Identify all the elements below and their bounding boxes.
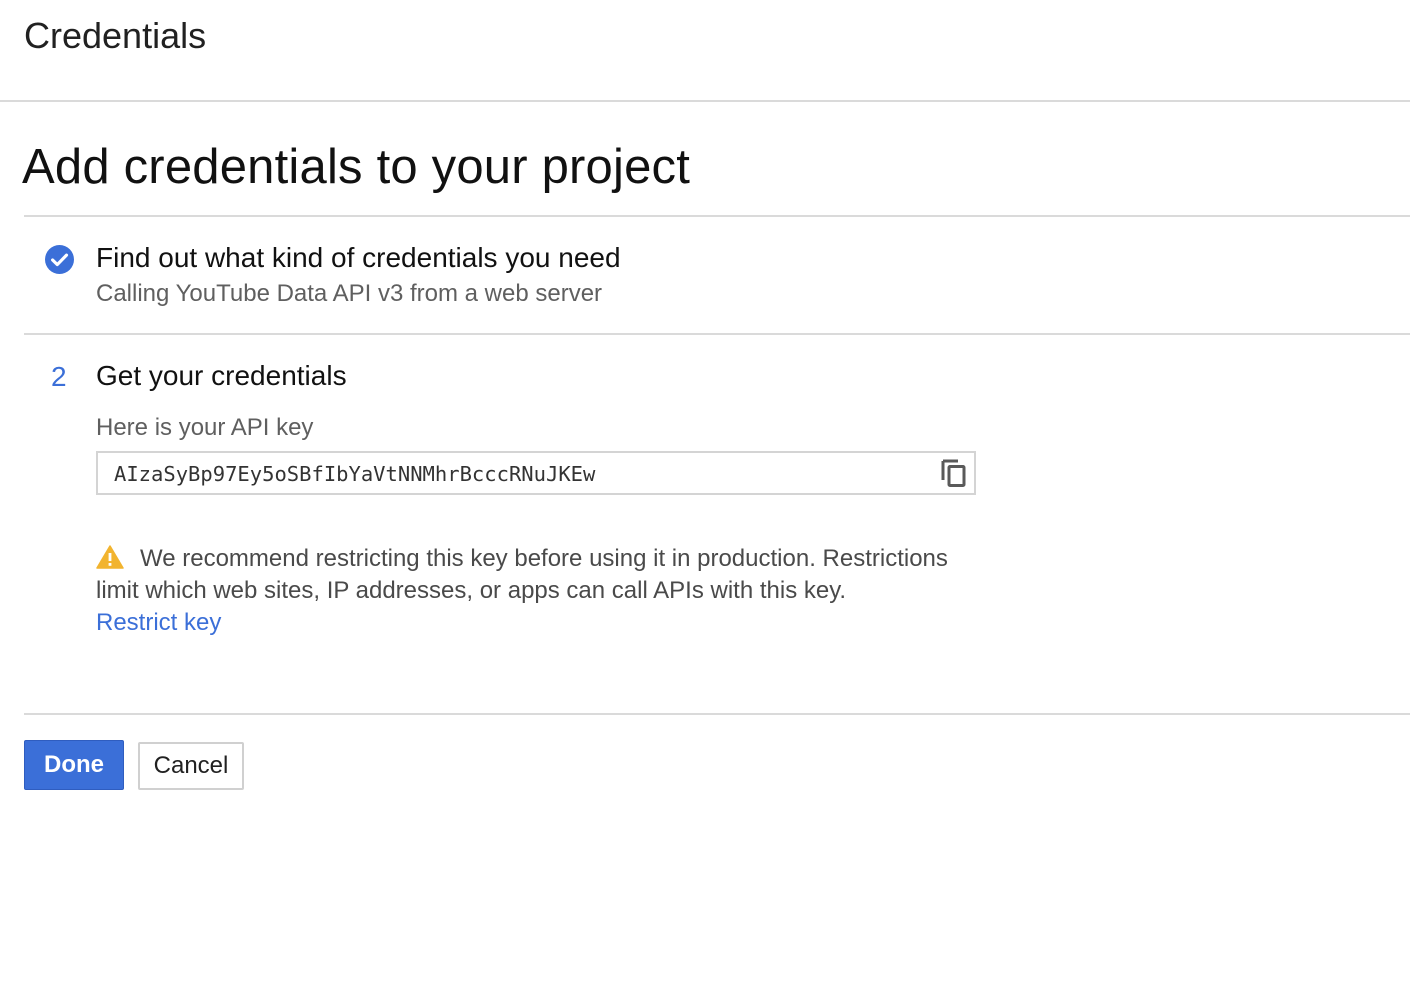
step2-number: 2 [51, 361, 67, 392]
divider [24, 713, 1410, 715]
api-key-label: Here is your API key [96, 414, 314, 441]
credentials-page: Credentials Add credentials to your proj… [0, 0, 1410, 990]
top-bar: Credentials [0, 0, 1410, 102]
done-button[interactable]: Done [24, 740, 124, 790]
step1-subtitle: Calling YouTube Data API v3 from a web s… [96, 280, 603, 307]
divider [24, 215, 1410, 217]
warning-icon [96, 545, 124, 569]
api-key-field[interactable]: AIzaSyBp97Ey5oSBfIbYaVtNNMhrBcccRNuJKEw [96, 451, 976, 495]
restriction-warning: We recommend restricting this key before… [96, 543, 996, 607]
warning-text: We recommend restricting this key before… [96, 545, 948, 604]
main-heading: Add credentials to your project [22, 140, 691, 194]
check-circle-icon [45, 245, 74, 274]
cancel-button[interactable]: Cancel [138, 742, 244, 790]
copy-icon[interactable] [940, 458, 968, 488]
restrict-key-link[interactable]: Restrict key [96, 607, 221, 639]
divider [24, 333, 1410, 335]
api-key-value[interactable]: AIzaSyBp97Ey5oSBfIbYaVtNNMhrBcccRNuJKEw [114, 461, 595, 487]
page-title: Credentials [24, 15, 207, 56]
step2-title: Get your credentials [96, 360, 347, 391]
step1-title: Find out what kind of credentials you ne… [96, 242, 621, 273]
